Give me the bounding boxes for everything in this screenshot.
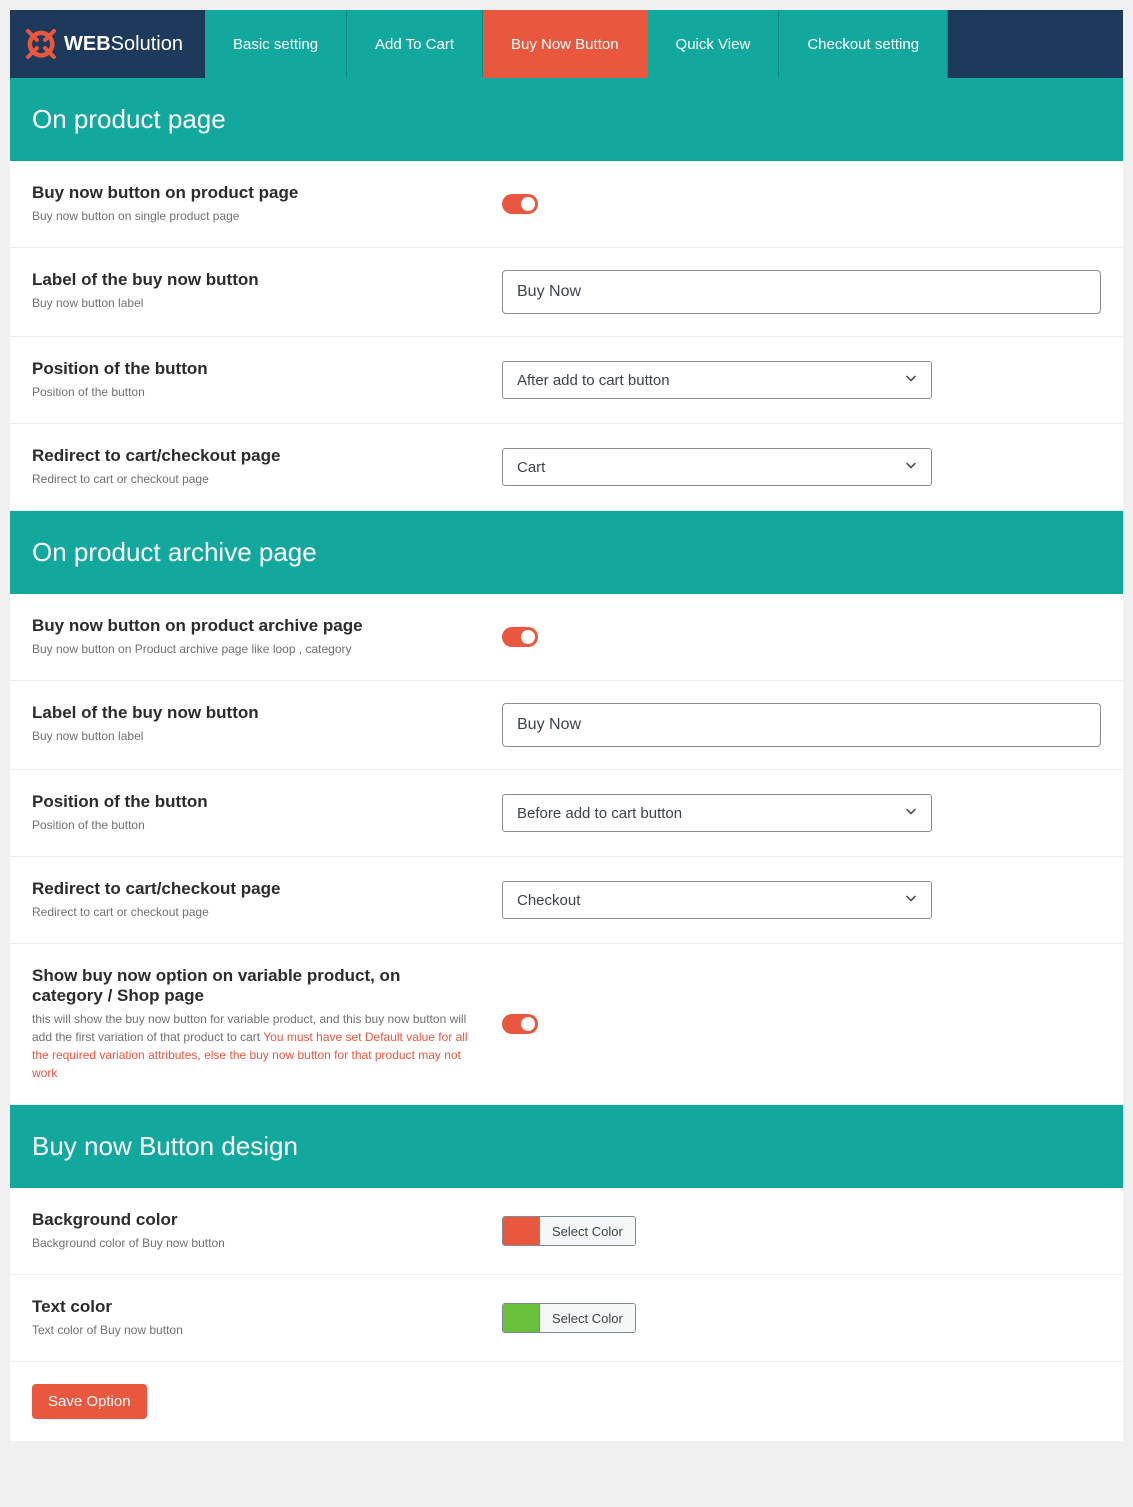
row-label-archive-page: Label of the buy now button Buy now butt… — [10, 681, 1123, 770]
row-text-color: Text color Text color of Buy now button … — [10, 1275, 1123, 1362]
label-desc: this will show the buy now button for va… — [32, 1010, 472, 1082]
row-redirect-archive-page: Redirect to cart/checkout page Redirect … — [10, 857, 1123, 944]
color-swatch — [503, 1304, 539, 1332]
row-enable-product-page: Buy now button on product page Buy now b… — [10, 161, 1123, 248]
label-desc: Position of the button — [32, 816, 472, 834]
label-desc: Buy now button label — [32, 727, 472, 745]
section-header-archive-page: On product archive page — [10, 511, 1123, 594]
label-title: Buy now button on product page — [32, 183, 472, 203]
tab-add-to-cart[interactable]: Add To Cart — [347, 10, 483, 78]
label-title: Show buy now option on variable product,… — [32, 966, 472, 1006]
save-button[interactable]: Save Option — [32, 1384, 147, 1419]
tabs: Basic setting Add To Cart Buy Now Button… — [205, 10, 948, 78]
tab-buy-now-button[interactable]: Buy Now Button — [483, 10, 648, 78]
label-title: Redirect to cart/checkout page — [32, 879, 472, 899]
tab-checkout-setting[interactable]: Checkout setting — [779, 10, 948, 78]
section-header-product-page: On product page — [10, 78, 1123, 161]
select-color-button[interactable]: Select Color — [539, 1304, 635, 1332]
row-label-product-page: Label of the buy now button Buy now butt… — [10, 248, 1123, 337]
label-title: Text color — [32, 1297, 472, 1317]
topbar: WEBSolution Basic setting Add To Cart Bu… — [10, 10, 1123, 78]
color-swatch — [503, 1217, 539, 1245]
select-redirect-product[interactable]: Cart — [502, 448, 932, 486]
input-buynow-label-archive[interactable] — [502, 703, 1101, 747]
tab-basic-setting[interactable]: Basic setting — [205, 10, 347, 78]
color-picker-bg[interactable]: Select Color — [502, 1216, 636, 1246]
tab-quick-view[interactable]: Quick View — [648, 10, 780, 78]
row-bg-color: Background color Background color of Buy… — [10, 1188, 1123, 1275]
brand-logo: WEBSolution — [10, 10, 205, 78]
row-position-product-page: Position of the button Position of the b… — [10, 337, 1123, 424]
section-header-button-design: Buy now Button design — [10, 1105, 1123, 1188]
label-title: Background color — [32, 1210, 472, 1230]
label-desc: Background color of Buy now button — [32, 1234, 472, 1252]
save-row: Save Option — [10, 1362, 1123, 1441]
toggle-variable-product[interactable] — [502, 1014, 538, 1034]
label-title: Label of the buy now button — [32, 703, 472, 723]
select-position-product[interactable]: After add to cart button — [502, 361, 932, 399]
toggle-enable-archive-page[interactable] — [502, 627, 538, 647]
row-position-archive-page: Position of the button Position of the b… — [10, 770, 1123, 857]
label-desc: Buy now button label — [32, 294, 472, 312]
label-desc: Buy now button on Product archive page l… — [32, 640, 472, 658]
label-title: Position of the button — [32, 359, 472, 379]
input-buynow-label-product[interactable] — [502, 270, 1101, 314]
label-desc: Position of the button — [32, 383, 472, 401]
label-desc: Buy now button on single product page — [32, 207, 472, 225]
toggle-enable-product-page[interactable] — [502, 194, 538, 214]
label-title: Position of the button — [32, 792, 472, 812]
row-redirect-product-page: Redirect to cart/checkout page Redirect … — [10, 424, 1123, 511]
brand-icon — [24, 27, 58, 61]
select-position-archive[interactable]: Before add to cart button — [502, 794, 932, 832]
color-picker-text[interactable]: Select Color — [502, 1303, 636, 1333]
label-desc: Text color of Buy now button — [32, 1321, 472, 1339]
label-title: Buy now button on product archive page — [32, 616, 472, 636]
label-desc: Redirect to cart or checkout page — [32, 470, 472, 488]
row-enable-archive-page: Buy now button on product archive page B… — [10, 594, 1123, 681]
label-desc: Redirect to cart or checkout page — [32, 903, 472, 921]
select-redirect-archive[interactable]: Checkout — [502, 881, 932, 919]
label-title: Label of the buy now button — [32, 270, 472, 290]
select-color-button[interactable]: Select Color — [539, 1217, 635, 1245]
row-variable-product: Show buy now option on variable product,… — [10, 944, 1123, 1105]
brand-text: WEBSolution — [64, 33, 183, 56]
label-title: Redirect to cart/checkout page — [32, 446, 472, 466]
